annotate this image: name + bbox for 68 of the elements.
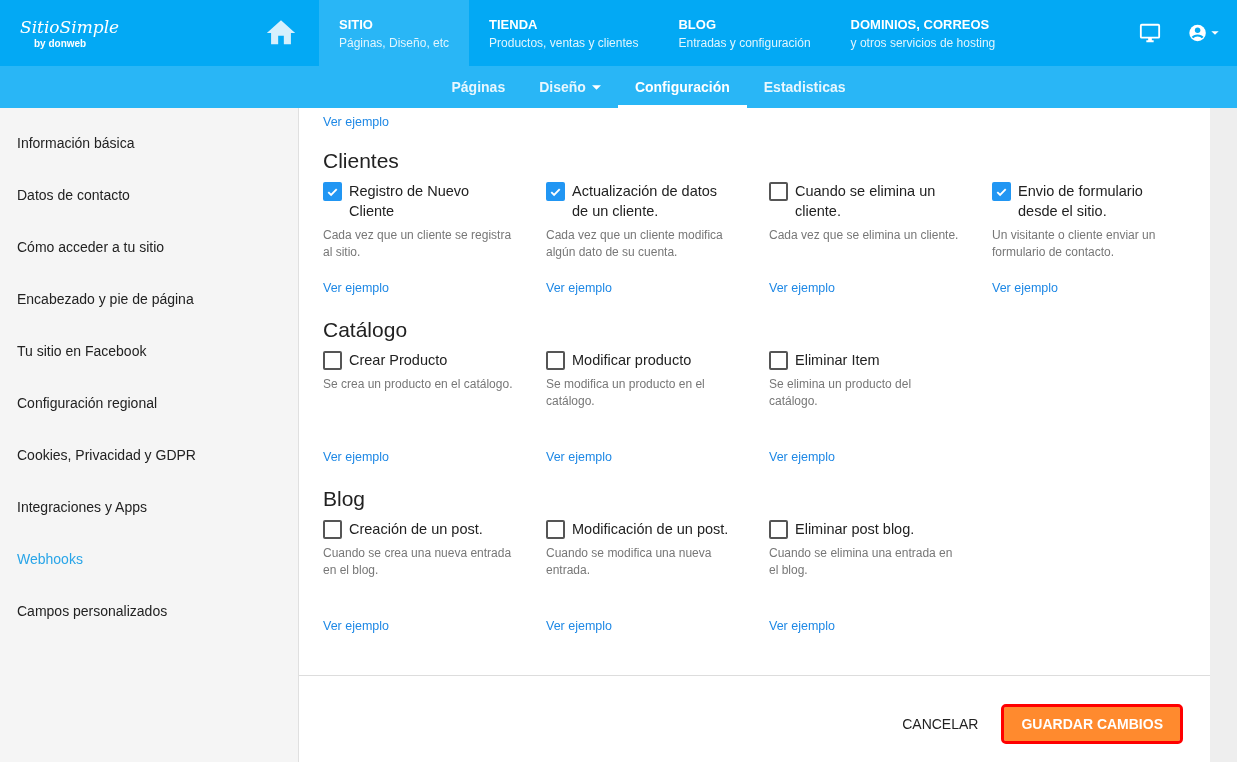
sidebar-item[interactable]: Tu sitio en Facebook xyxy=(0,325,298,377)
checkbox[interactable] xyxy=(323,182,342,201)
sidebar-item[interactable]: Datos de contacto xyxy=(0,169,298,221)
checkbox-label[interactable]: Crear Producto xyxy=(349,350,448,370)
checkbox-label[interactable]: Cuando se elimina un cliente. xyxy=(795,181,960,221)
checkbox[interactable] xyxy=(546,182,565,201)
sidebar-item[interactable]: Encabezado y pie de página xyxy=(0,273,298,325)
section-title: Clientes xyxy=(323,148,400,174)
description: Cuando se elimina una entrada en el blog. xyxy=(769,545,954,579)
description: Se crea un producto en el catálogo. xyxy=(323,376,514,393)
example-link[interactable]: Ver ejemplo xyxy=(546,281,737,295)
checkbox[interactable] xyxy=(992,182,1011,201)
description: Cada vez que un cliente modifica algún dato de su cuenta. xyxy=(546,227,724,261)
description: Cada vez que un cliente se registra al sitio. xyxy=(323,227,513,261)
description: Cuando se crea una nueva entrada en el blog. xyxy=(323,545,513,579)
checkbox-label[interactable]: Modificar producto xyxy=(572,350,692,370)
section-title: Catálogo xyxy=(323,317,409,343)
checkbox-label[interactable]: Envio de formulario desde el sitio. xyxy=(1018,181,1183,221)
logo-byline: by donweb xyxy=(34,37,87,50)
main-nav-tab[interactable]: SITIO Páginas, Diseño, etc xyxy=(319,0,470,66)
description: Un visitante o cliente enviar un formulario de contacto. xyxy=(992,227,1157,261)
sub-nav-tab[interactable]: Diseño xyxy=(522,66,618,108)
checkbox-label[interactable]: Modificación de un post. xyxy=(572,519,729,539)
checkbox-label[interactable]: Creación de un post. xyxy=(349,519,483,539)
checkbox[interactable] xyxy=(323,351,342,370)
checkbox-label[interactable]: Eliminar post blog. xyxy=(795,519,915,539)
sidebar-item[interactable]: Cookies, Privacidad y GDPR xyxy=(0,429,298,481)
checkbox-label[interactable]: Actualización de datos de un cliente. xyxy=(572,181,737,221)
sub-nav-tab[interactable]: Páginas xyxy=(434,66,523,108)
checkbox[interactable] xyxy=(546,520,565,539)
section-title: Blog xyxy=(323,486,367,512)
example-link[interactable]: Ver ejemplo xyxy=(323,619,514,633)
description: Se modifica un producto en el catálogo. xyxy=(546,376,706,410)
sidebar-item[interactable]: Configuración regional xyxy=(0,377,298,429)
example-link[interactable]: Ver ejemplo xyxy=(769,619,960,633)
checkbox-label[interactable]: Eliminar Item xyxy=(795,350,880,370)
sidebar-item[interactable]: Cómo acceder a tu sitio xyxy=(0,221,298,273)
sidebar-item[interactable]: Webhooks xyxy=(0,533,298,585)
example-link[interactable]: Ver ejemplo xyxy=(769,281,960,295)
checkbox[interactable] xyxy=(769,351,788,370)
save-button[interactable]: GUARDAR CAMBIOS xyxy=(1004,707,1180,741)
checkbox[interactable] xyxy=(769,182,788,201)
sidebar-item[interactable]: Información básica xyxy=(0,117,298,169)
example-link[interactable]: Ver ejemplo xyxy=(992,281,1183,295)
description: Cuando se modifica una nueva entrada. xyxy=(546,545,713,579)
checkbox[interactable] xyxy=(769,520,788,539)
example-link[interactable]: Ver ejemplo xyxy=(769,450,960,464)
description: Cada vez que se elimina un cliente. xyxy=(769,227,960,244)
example-link[interactable]: Ver ejemplo xyxy=(323,281,514,295)
sub-nav-tab[interactable]: Estadisticas xyxy=(746,66,863,108)
sidebar-item[interactable]: Campos personalizados xyxy=(0,585,298,637)
checkbox[interactable] xyxy=(546,351,565,370)
logo-name: SitioSimple xyxy=(20,16,120,37)
main-nav-tab[interactable]: DOMINIOS, CORREOS y otros servicios de hosting xyxy=(830,0,1016,66)
example-link[interactable]: Ver ejemplo xyxy=(323,115,389,129)
checkbox-label[interactable]: Registro de Nuevo Cliente xyxy=(349,181,514,221)
account-icon[interactable] xyxy=(1187,22,1221,44)
description: Se elimina un producto del catálogo. xyxy=(769,376,913,410)
main-nav-tab[interactable]: TIENDA Productos, ventas y clientes xyxy=(469,0,659,66)
example-link[interactable]: Ver ejemplo xyxy=(546,450,737,464)
checkbox[interactable] xyxy=(323,520,342,539)
example-link[interactable]: Ver ejemplo xyxy=(546,619,737,633)
logo[interactable]: SitioSimple by donweb xyxy=(20,0,150,66)
sidebar-item[interactable]: Integraciones y Apps xyxy=(0,481,298,533)
cancel-button[interactable]: CANCELAR xyxy=(896,708,985,740)
example-link[interactable]: Ver ejemplo xyxy=(323,450,514,464)
desktop-icon[interactable] xyxy=(1139,22,1161,44)
main-nav-tab[interactable]: BLOG Entradas y configuración xyxy=(658,0,831,66)
